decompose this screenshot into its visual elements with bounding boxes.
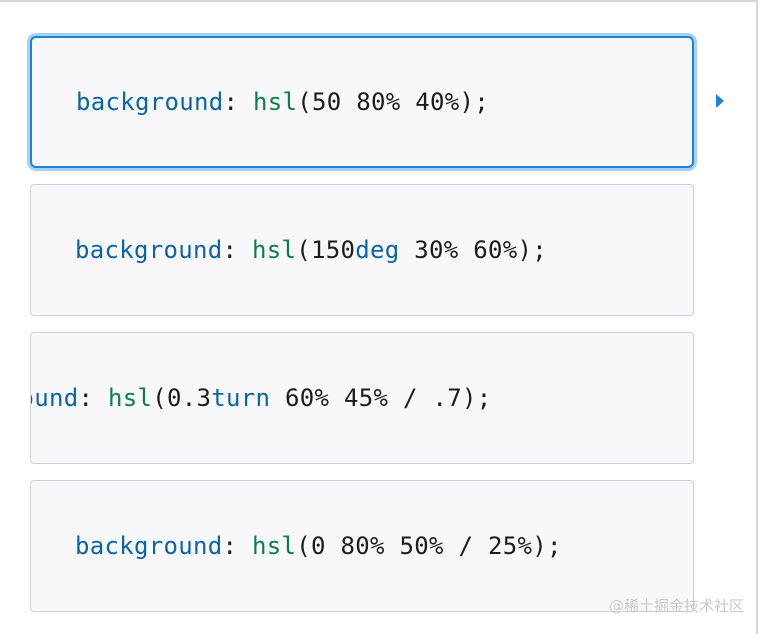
unit: turn	[211, 384, 271, 412]
property-name: background	[75, 532, 223, 560]
option-hsl-3[interactable]: background: hsl(0.3turn 60% 45% / .7);	[30, 332, 694, 464]
args: 0 80% 50% / 25%	[311, 532, 533, 560]
open-paren: (	[152, 384, 167, 412]
close-paren: );	[532, 532, 562, 560]
function-name: hsl	[108, 384, 153, 412]
close-paren: );	[517, 236, 547, 264]
function-name: hsl	[252, 532, 297, 560]
close-paren: );	[462, 384, 492, 412]
open-paren: (	[297, 88, 312, 116]
option-hsl-2[interactable]: background: hsl(150deg 30% 60%);	[30, 184, 694, 316]
open-paren: (	[296, 532, 311, 560]
close-paren: );	[459, 88, 489, 116]
caret-right-icon	[716, 94, 724, 108]
property-name: background	[76, 88, 224, 116]
args: 0.3	[167, 384, 212, 412]
open-paren: (	[296, 236, 311, 264]
colon: :	[222, 236, 238, 264]
code-line: background: hsl(0.3turn 60% 45% / .7);	[31, 384, 492, 412]
function-name: hsl	[252, 236, 297, 264]
colon: :	[222, 532, 238, 560]
watermark: @稀土掘金技术社区	[608, 597, 744, 615]
colon: :	[78, 384, 94, 412]
function-name: hsl	[253, 88, 298, 116]
code-line: background: hsl(50 80% 40%);	[76, 88, 489, 116]
option-hsl-1[interactable]: background: hsl(50 80% 40%);	[30, 36, 694, 168]
option-hsl-4[interactable]: background: hsl(0 80% 50% / 25%);	[30, 480, 694, 612]
code-line: background: hsl(0 80% 50% / 25%);	[75, 532, 562, 560]
args: 150	[311, 236, 356, 264]
colon: :	[223, 88, 239, 116]
args: 50 80% 40%	[312, 88, 460, 116]
unit: deg	[355, 236, 400, 264]
args-rest: 60% 45% / .7	[270, 384, 462, 412]
property-name: background	[31, 384, 79, 412]
args-rest: 30% 60%	[399, 236, 518, 264]
code-line: background: hsl(150deg 30% 60%);	[75, 236, 547, 264]
property-name: background	[75, 236, 223, 264]
